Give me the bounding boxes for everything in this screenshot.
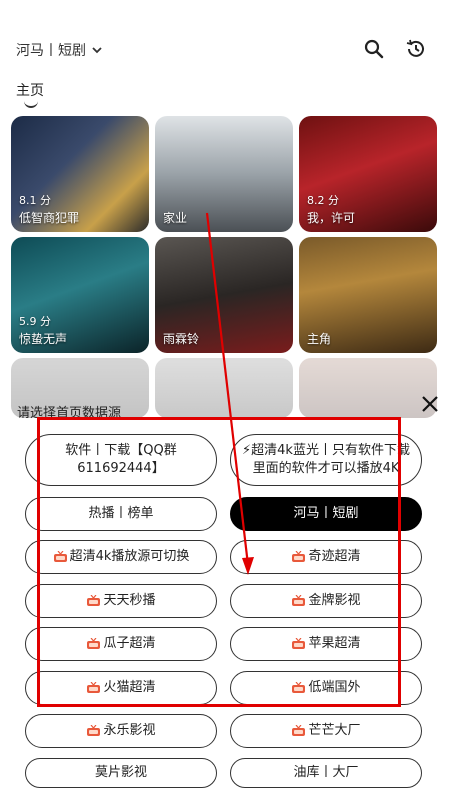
poster-card[interactable]: 主角 [299,237,437,353]
tv-icon [292,595,306,606]
poster-title: 我，许可 [307,211,356,225]
chevron-down-icon [92,47,102,54]
close-icon[interactable] [418,392,442,416]
poster-rating: 8.1 分 [19,194,51,207]
option-label: 永乐影视 [103,723,156,738]
source-option[interactable]: 油库丨大厂 [230,758,422,788]
tab-home[interactable]: 主页 [16,80,44,100]
source-option[interactable]: 软件丨下载【QQ群611692444】 [25,434,217,486]
option-label: 热播丨榜单 [88,506,154,521]
option-label: 超清4k播放源可切换 [69,549,190,564]
source-option[interactable]: 永乐影视 [25,714,217,748]
source-label: 河马丨短剧 [16,43,86,59]
search-icon[interactable] [361,36,387,62]
poster-title: 家业 [163,211,188,225]
history-icon[interactable] [403,36,429,62]
poster-card[interactable]: 家业 [155,116,293,232]
tv-icon [292,725,306,736]
poster-rating: 5.9 分 [19,315,51,328]
source-option[interactable]: 超清4k播放源可切换 [25,540,217,574]
source-option[interactable]: 金牌影视 [230,584,422,618]
tv-icon [292,638,306,649]
option-label: 软件丨下载【QQ群611692444】 [65,443,177,476]
poster-card[interactable]: 雨霖铃 [155,237,293,353]
source-option[interactable]: 天天秒播 [25,584,217,618]
option-label: 莫片影视 [94,765,147,780]
app-header: 河马丨短剧 [0,0,450,80]
option-label: ⚡超清4k蓝光丨只有软件下载里面的软件才可以播放4K [242,443,410,476]
poster-card[interactable]: 5.9 分 惊蛰无声 [11,237,149,353]
option-label: 芒芒大厂 [308,723,361,738]
option-label: 河马丨短剧 [293,506,359,521]
source-option[interactable]: 苹果超清 [230,627,422,661]
poster-rating: 8.2 分 [307,194,339,207]
poster-card[interactable]: 8.1 分 低智商犯罪 [11,116,149,232]
source-option[interactable]: 芒芒大厂 [230,714,422,748]
option-label: 瓜子超清 [103,636,156,651]
poster-card[interactable]: 8.2 分 我，许可 [299,116,437,232]
tv-icon [87,595,101,606]
option-label: 苹果超清 [308,636,361,651]
option-label: 低端国外 [308,680,361,695]
option-label: 金牌影视 [308,593,361,608]
poster-title: 惊蛰无声 [19,332,68,346]
source-option[interactable]: 奇迹超清 [230,540,422,574]
option-label: 油库丨大厂 [293,765,359,780]
poster-title: 雨霖铃 [163,332,200,346]
poster-title: 低智商犯罪 [19,211,80,225]
source-option[interactable]: 热播丨榜单 [25,497,217,531]
tv-icon [87,682,101,693]
sheet-title: 请选择首页数据源 [17,406,122,421]
source-option[interactable]: 低端国外 [230,671,422,705]
poster-title: 主角 [307,332,332,346]
option-label: 天天秒播 [103,593,156,608]
source-option[interactable]: 火猫超清 [25,671,217,705]
source-option[interactable]: ⚡超清4k蓝光丨只有软件下载里面的软件才可以播放4K [230,434,422,486]
tab-indicator [24,100,38,108]
source-selector[interactable]: 河马丨短剧 [16,38,104,62]
source-option-selected[interactable]: 河马丨短剧 [230,497,422,531]
tv-icon [87,725,101,736]
tv-icon [292,682,306,693]
tv-icon [53,551,67,562]
option-label: 奇迹超清 [308,549,361,564]
tv-icon [87,638,101,649]
source-option[interactable]: 莫片影视 [25,758,217,788]
option-label: 火猫超清 [103,680,156,695]
source-option[interactable]: 瓜子超清 [25,627,217,661]
tv-icon [292,551,306,562]
